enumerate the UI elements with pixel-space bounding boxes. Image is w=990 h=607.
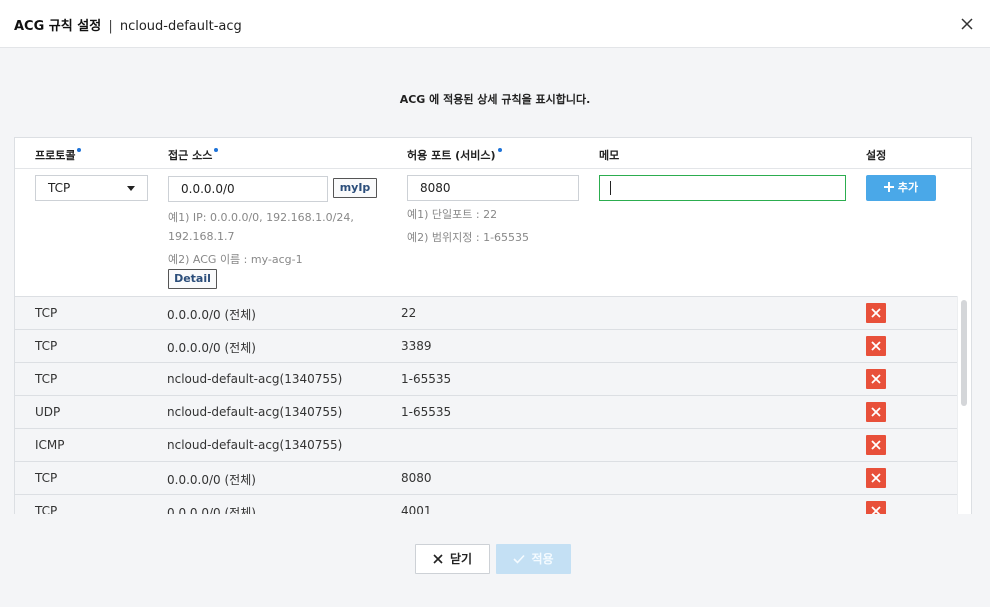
close-button[interactable]: 닫기 [415, 544, 490, 574]
delete-x-icon [871, 308, 881, 318]
rule-port: 4001 [401, 504, 432, 514]
modal-title: ACG 규칙 설정 | ncloud-default-acg [14, 15, 242, 34]
protocol-select-value: TCP [48, 181, 71, 195]
rule-port: 1-65535 [401, 372, 452, 386]
column-header-protocol: 프로토콜 [35, 147, 82, 163]
delete-rule-button[interactable] [866, 468, 886, 488]
delete-x-icon [871, 506, 881, 514]
delete-x-icon [871, 440, 881, 450]
memo-input[interactable] [599, 175, 846, 201]
rule-protocol: ICMP [35, 438, 65, 452]
source-hint-1a: 예1) IP: 0.0.0.0/0, 192.168.1.0/24, [168, 211, 354, 224]
delete-rule-button[interactable] [866, 501, 886, 514]
delete-x-icon [871, 341, 881, 351]
rule-row: TCP ncloud-default-acg(1340755) 1-65535 [15, 363, 957, 396]
description-text: ACG 에 적용된 상세 규칙을 표시합니다. [399, 93, 591, 106]
rule-row: ICMP ncloud-default-acg(1340755) [15, 429, 957, 462]
column-header-setting: 설정 [866, 149, 887, 162]
required-dot [77, 148, 82, 152]
rule-source: ncloud-default-acg(1340755) [167, 438, 343, 452]
rule-source: 0.0.0.0/0 (전체) [167, 473, 256, 487]
close-icon[interactable] [958, 15, 976, 33]
rule-protocol: TCP [35, 339, 58, 353]
rule-port: 1-65535 [401, 405, 452, 419]
source-hint-2: 예2) ACG 이름 : my-acg-1 [168, 253, 303, 266]
delete-rule-button[interactable] [866, 369, 886, 389]
delete-rule-button[interactable] [866, 336, 886, 356]
rule-row: UDP ncloud-default-acg(1340755) 1-65535 [15, 396, 957, 429]
protocol-select[interactable]: TCP [35, 175, 148, 201]
check-icon [513, 554, 526, 564]
acg-name: ncloud-default-acg [119, 19, 242, 34]
close-icon [433, 554, 443, 564]
rule-protocol: TCP [35, 471, 58, 485]
rule-list-scrollbar[interactable] [957, 296, 971, 514]
port-input[interactable]: 8080 [407, 175, 579, 201]
rule-source: 0.0.0.0/0 (전체) [167, 506, 256, 514]
delete-rule-button[interactable] [866, 303, 886, 323]
add-rule-button[interactable]: 추가 [866, 175, 936, 201]
rule-source: 0.0.0.0/0 (전체) [167, 341, 256, 355]
column-header-memo: 메모 [599, 149, 620, 162]
rule-protocol: TCP [35, 306, 58, 320]
detail-button[interactable]: Detail [168, 269, 217, 289]
delete-rule-button[interactable] [866, 402, 886, 422]
header-divider [15, 168, 971, 169]
rule-row: TCP 0.0.0.0/0 (전체) 8080 [15, 462, 957, 495]
rule-row: TCP 0.0.0.0/0 (전체) 3389 [15, 330, 957, 363]
delete-x-icon [871, 407, 881, 417]
column-header-source: 접근 소스 [168, 147, 219, 163]
rule-list[interactable]: TCP 0.0.0.0/0 (전체) 22 TCP 0.0.0.0/0 (전체)… [15, 296, 957, 514]
acg-rule-modal: ACG 규칙 설정 | ncloud-default-acg ACG 에 적용된… [0, 0, 990, 607]
rule-panel: 프로토콜 접근 소스 허용 포트 (서비스) 메모 설정 TCP 0.0.0.0… [14, 137, 972, 514]
scrollbar-thumb[interactable] [961, 300, 967, 406]
myip-button[interactable]: myIp [333, 178, 377, 198]
rule-source: 0.0.0.0/0 (전체) [167, 308, 256, 322]
rule-port: 22 [401, 306, 417, 320]
column-header-port: 허용 포트 (서비스) [407, 147, 502, 163]
rule-row: TCP 0.0.0.0/0 (전체) 22 [15, 297, 957, 330]
delete-x-icon [871, 473, 881, 483]
title-main: ACG 규칙 설정 [14, 19, 102, 34]
plus-icon [883, 182, 894, 192]
delete-rule-button[interactable] [866, 435, 886, 455]
text-caret [610, 181, 611, 195]
rule-protocol: TCP [35, 372, 58, 386]
source-hint-1b: 192.168.1.7 [168, 230, 235, 243]
modal-header: ACG 규칙 설정 | ncloud-default-acg [0, 0, 990, 48]
rule-protocol: UDP [35, 405, 61, 419]
select-arrow-icon [127, 186, 135, 191]
rule-port: 3389 [401, 339, 432, 353]
apply-button[interactable]: 적용 [496, 544, 571, 574]
required-dot [214, 148, 219, 152]
source-input[interactable]: 0.0.0.0/0 [168, 176, 328, 202]
required-dot [497, 148, 502, 152]
port-hint-2: 예2) 범위지정 : 1-65535 [407, 231, 530, 244]
rule-port: 8080 [401, 471, 432, 485]
rule-protocol: TCP [35, 504, 58, 514]
rule-source: ncloud-default-acg(1340755) [167, 372, 343, 386]
rule-row: TCP 0.0.0.0/0 (전체) 4001 [15, 495, 957, 514]
port-hint-1: 예1) 단일포트 : 22 [407, 208, 498, 221]
rule-source: ncloud-default-acg(1340755) [167, 405, 343, 419]
title-separator: | [108, 19, 113, 34]
delete-x-icon [871, 374, 881, 384]
